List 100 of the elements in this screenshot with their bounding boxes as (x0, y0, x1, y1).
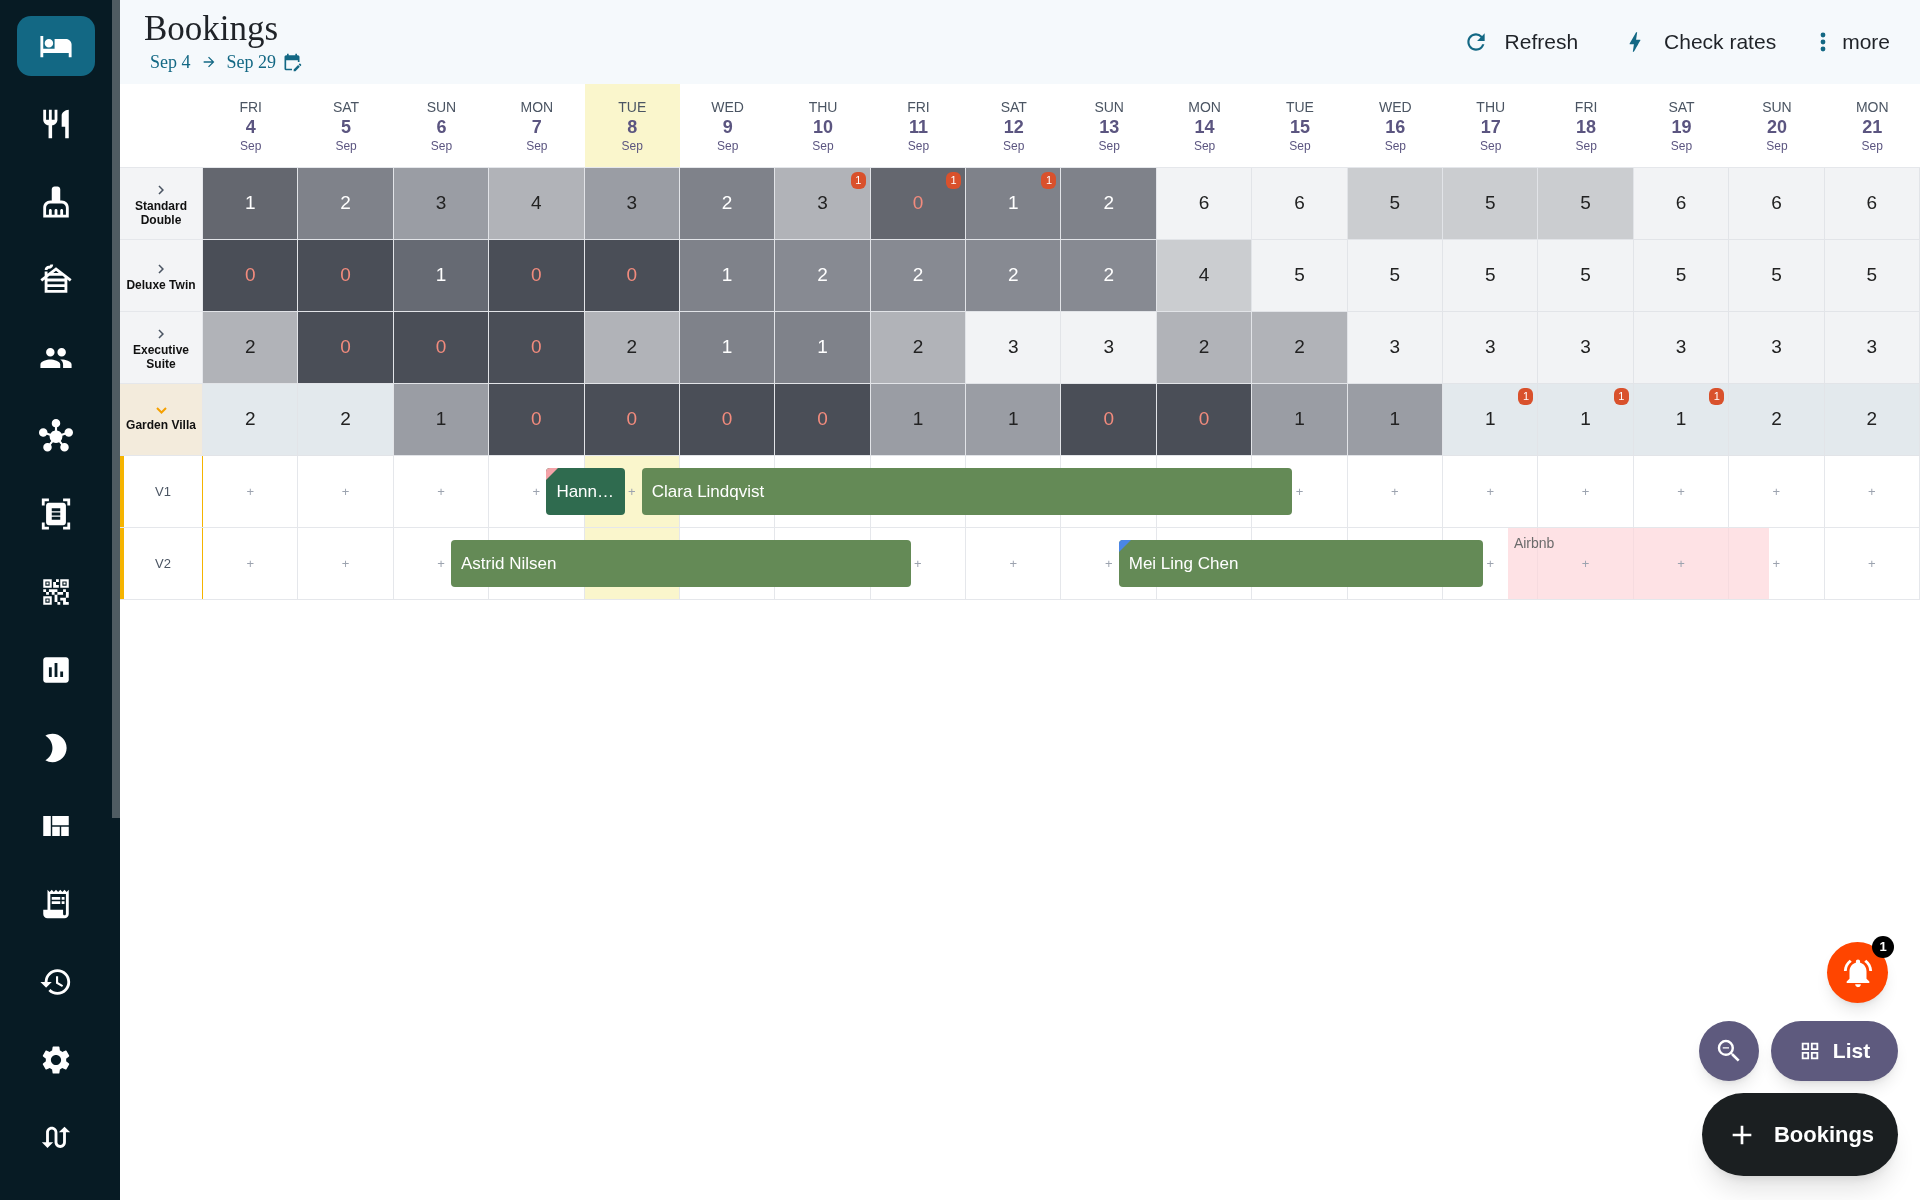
room-type-label[interactable]: Garden Villa (120, 384, 203, 456)
scrollbar[interactable] (112, 0, 120, 818)
availability-cell[interactable]: 2 (203, 384, 299, 456)
availability-cell[interactable]: 5 (1347, 240, 1444, 312)
weekday-label: THU (1476, 97, 1506, 116)
availability-cell[interactable]: 4 (489, 168, 585, 240)
availability-cell[interactable]: 5 (1538, 168, 1634, 240)
availability-cell[interactable]: 6 (1633, 168, 1730, 240)
availability-cell[interactable]: 3 (393, 168, 490, 240)
availability-cell[interactable]: 3 (1061, 312, 1157, 384)
availability-cell[interactable]: 1 (679, 312, 776, 384)
date-to[interactable]: Sep 29 (226, 48, 276, 76)
availability-cell[interactable]: 6 (1824, 168, 1920, 240)
availability-cell[interactable]: 4 (1156, 240, 1253, 312)
more-icon (1820, 32, 1827, 52)
alert-badge: 1 (1613, 388, 1629, 405)
availability-cell[interactable]: 0 (489, 384, 585, 456)
availability-cell[interactable]: 3 (1347, 312, 1444, 384)
availability-cell[interactable]: 2 (584, 312, 680, 384)
availability-cell[interactable]: 0 (393, 312, 490, 384)
availability-cell[interactable]: 1 1 (1443, 384, 1539, 456)
availability-cell[interactable]: 5 (1443, 168, 1539, 240)
availability-cell[interactable]: 0 (298, 240, 394, 312)
room-type-label[interactable]: Executive Suite (120, 312, 203, 384)
availability-cell[interactable]: 0 (298, 312, 394, 384)
notifications-button[interactable] (1827, 942, 1888, 1003)
header-action-button[interactable]: Check rates (1622, 26, 1777, 58)
availability-cell[interactable]: 0 (584, 384, 680, 456)
calendar-edit-icon[interactable] (282, 52, 302, 72)
list-view-button[interactable]: List (1771, 1021, 1898, 1081)
availability-cell[interactable]: 2 (1156, 312, 1253, 384)
availability-cell[interactable]: 3 (966, 312, 1062, 384)
availability-cell[interactable]: 2 (870, 240, 967, 312)
availability-cell[interactable]: 5 (1347, 168, 1444, 240)
availability-cell[interactable]: 1 (393, 240, 490, 312)
availability-cell[interactable]: 1 1 (966, 168, 1062, 240)
availability-cell[interactable]: 2 (870, 312, 967, 384)
availability-cell[interactable]: 1 (1347, 384, 1444, 456)
availability-cell[interactable]: 2 (1061, 240, 1157, 312)
availability-cell[interactable]: 0 (679, 384, 776, 456)
availability-cell[interactable]: 5 (1633, 240, 1730, 312)
availability-cell[interactable]: 3 1 (775, 168, 871, 240)
availability-cell[interactable]: 1 (870, 384, 967, 456)
availability-cell[interactable]: 6 (1252, 168, 1348, 240)
room-type-label[interactable]: Deluxe Twin (120, 240, 203, 312)
availability-cell[interactable]: 1 (775, 312, 871, 384)
room-type-label[interactable]: Standard Double (120, 168, 203, 240)
availability-cell[interactable]: 2 (966, 240, 1062, 312)
page-title: Bookings (144, 8, 280, 49)
availability-cell[interactable]: 3 (1824, 312, 1920, 384)
availability-cell[interactable]: 0 (1061, 384, 1157, 456)
add-booking-button[interactable]: Bookings (1702, 1093, 1898, 1176)
header-action-button[interactable]: more (1820, 26, 1890, 58)
availability-cell[interactable]: 0 1 (870, 168, 967, 240)
month-label: Sep (430, 137, 453, 154)
availability-cell[interactable]: 0 (584, 240, 680, 312)
availability-cell[interactable]: 3 (1633, 312, 1730, 384)
zoom-out-button[interactable] (1699, 1021, 1759, 1081)
availability-cell[interactable]: 3 (584, 168, 680, 240)
availability-cell[interactable]: 0 (489, 240, 585, 312)
availability-cell[interactable]: 1 (393, 384, 490, 456)
availability-cell[interactable]: 2 (1061, 168, 1157, 240)
availability-cell[interactable]: 2 (203, 312, 299, 384)
booking-bar[interactable]: Hann… (546, 468, 625, 515)
availability-cell[interactable]: 2 (1824, 384, 1920, 456)
booking-bar[interactable]: Mei Ling Chen (1118, 540, 1484, 587)
availability-cell[interactable]: 2 (1252, 312, 1348, 384)
availability-cell[interactable]: 2 (1729, 384, 1825, 456)
booking-bar[interactable]: Astrid Nilsen (451, 540, 911, 587)
availability-cell[interactable]: 1 1 (1538, 384, 1634, 456)
header-action-button[interactable]: Refresh (1462, 26, 1579, 58)
date-from[interactable]: Sep 4 (150, 48, 191, 76)
availability-cell[interactable]: 2 (298, 168, 394, 240)
availability-cell[interactable]: 5 (1252, 240, 1348, 312)
availability-cell[interactable]: 6 (1156, 168, 1253, 240)
availability-cell[interactable]: 1 (679, 240, 776, 312)
availability-cell[interactable]: 5 (1824, 240, 1920, 312)
availability-cell[interactable]: 0 (489, 312, 585, 384)
availability-cell[interactable]: 5 (1443, 240, 1539, 312)
availability-cell[interactable]: 0 (203, 240, 299, 312)
weekday-label: SUN (1762, 97, 1792, 116)
availability-cell[interactable]: 2 (679, 168, 776, 240)
availability-cell[interactable]: 5 (1538, 240, 1634, 312)
day-number: 9 (722, 115, 733, 138)
sidebar-item[interactable] (17, 16, 95, 76)
availability-cell[interactable]: 3 (1729, 312, 1825, 384)
availability-cell[interactable]: 1 1 (1633, 384, 1730, 456)
availability-cell[interactable]: 1 (966, 384, 1062, 456)
booking-bar[interactable]: Clara Lindqvist (641, 468, 1293, 515)
availability-cell[interactable]: 0 (1156, 384, 1253, 456)
availability-cell[interactable]: 5 (1729, 240, 1825, 312)
availability-cell[interactable]: 6 (1729, 168, 1825, 240)
availability-cell[interactable]: 2 (775, 240, 871, 312)
availability-cell[interactable]: 3 (1443, 312, 1539, 384)
availability-cell[interactable]: 2 (298, 384, 394, 456)
availability-cell[interactable]: 1 (203, 168, 299, 240)
month-label: Sep (1670, 137, 1693, 154)
availability-cell[interactable]: 3 (1538, 312, 1634, 384)
availability-cell[interactable]: 1 (1252, 384, 1348, 456)
availability-cell[interactable]: 0 (775, 384, 871, 456)
